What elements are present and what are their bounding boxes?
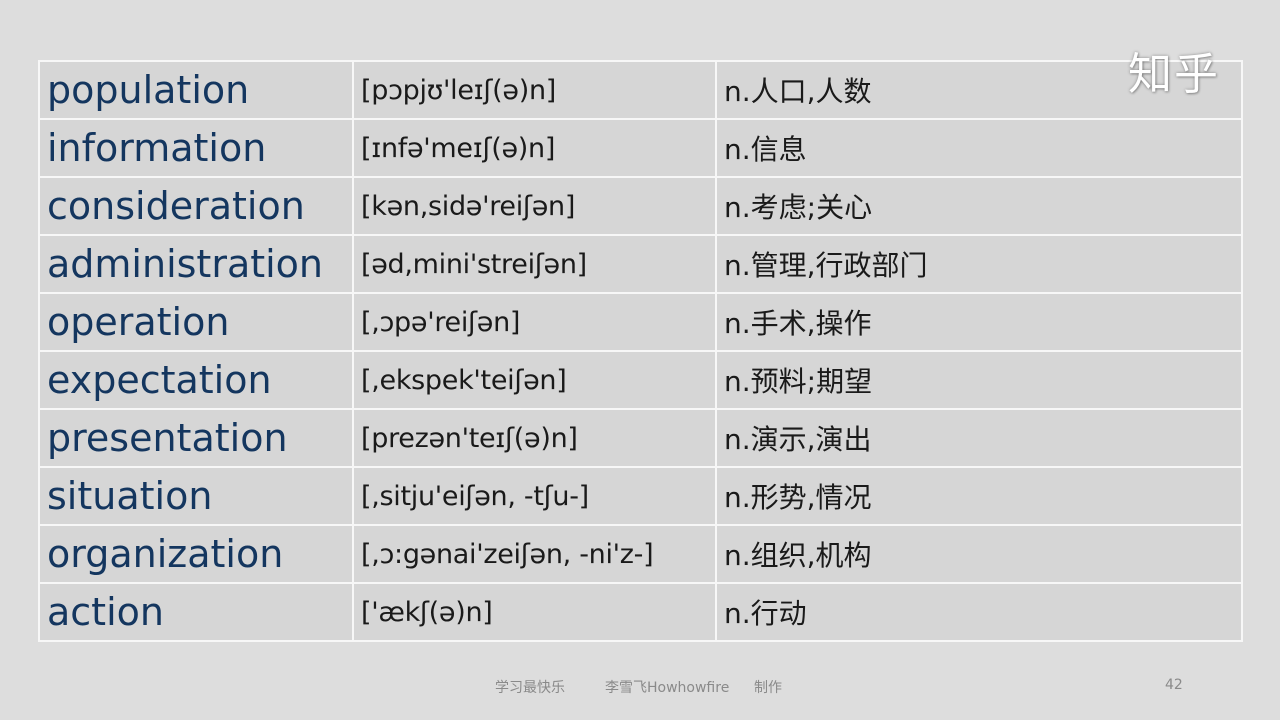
word-cell: consideration bbox=[38, 176, 354, 236]
phonetic-cell: [ɪnfə'meɪʃ(ə)n] bbox=[352, 118, 717, 178]
phonetic-cell: [,ekspek'teiʃən] bbox=[352, 350, 717, 410]
table-row: presentation [prezən'teɪʃ(ə)n] n.演示,演出 bbox=[38, 408, 1243, 468]
page-number: 42 bbox=[1165, 677, 1183, 693]
definition-cell: n.行动 bbox=[715, 582, 1243, 642]
vocabulary-table: population [pɔpjʊ'leɪʃ(ə)n] n.人口,人数 info… bbox=[38, 60, 1243, 642]
slide: population [pɔpjʊ'leɪʃ(ə)n] n.人口,人数 info… bbox=[0, 0, 1280, 720]
table-row: population [pɔpjʊ'leɪʃ(ə)n] n.人口,人数 bbox=[38, 60, 1243, 120]
definition-cell: n.手术,操作 bbox=[715, 292, 1243, 352]
phonetic-cell: [əd,mini'streiʃən] bbox=[352, 234, 717, 294]
phonetic-cell: [pɔpjʊ'leɪʃ(ə)n] bbox=[352, 60, 717, 120]
zhihu-watermark: 知乎 bbox=[1128, 49, 1220, 100]
footer-credit: 李雪飞Howhowfire bbox=[605, 680, 730, 696]
phonetic-cell: ['ækʃ(ə)n] bbox=[352, 582, 717, 642]
phonetic-cell: [kən,sidə'reiʃən] bbox=[352, 176, 717, 236]
table-row: operation [,ɔpə'reiʃən] n.手术,操作 bbox=[38, 292, 1243, 352]
phonetic-cell: [,sitju'eiʃən, -tʃu-] bbox=[352, 466, 717, 526]
word-cell: expectation bbox=[38, 350, 354, 410]
footer: 学习最快乐 李雪飞Howhowfire 制作 42 bbox=[0, 677, 1280, 697]
table-row: organization [,ɔ:gənai'zeiʃən, -ni'z-] n… bbox=[38, 524, 1243, 584]
word-cell: administration bbox=[38, 234, 354, 294]
phonetic-cell: [,ɔ:gənai'zeiʃən, -ni'z-] bbox=[352, 524, 717, 584]
footer-slogan: 学习最快乐 bbox=[495, 680, 565, 696]
definition-cell: n.信息 bbox=[715, 118, 1243, 178]
word-cell: organization bbox=[38, 524, 354, 584]
word-cell: population bbox=[38, 60, 354, 120]
table-row: action ['ækʃ(ə)n] n.行动 bbox=[38, 582, 1243, 642]
footer-made-by: 制作 bbox=[754, 680, 782, 696]
table-row: administration [əd,mini'streiʃən] n.管理,行… bbox=[38, 234, 1243, 294]
definition-cell: n.演示,演出 bbox=[715, 408, 1243, 468]
phonetic-cell: [prezən'teɪʃ(ə)n] bbox=[352, 408, 717, 468]
definition-cell: n.考虑;关心 bbox=[715, 176, 1243, 236]
table-row: information [ɪnfə'meɪʃ(ə)n] n.信息 bbox=[38, 118, 1243, 178]
table-row: expectation [,ekspek'teiʃən] n.预料;期望 bbox=[38, 350, 1243, 410]
word-cell: presentation bbox=[38, 408, 354, 468]
definition-cell: n.形势,情况 bbox=[715, 466, 1243, 526]
word-cell: information bbox=[38, 118, 354, 178]
word-cell: situation bbox=[38, 466, 354, 526]
definition-cell: n.预料;期望 bbox=[715, 350, 1243, 410]
table-row: consideration [kən,sidə'reiʃən] n.考虑;关心 bbox=[38, 176, 1243, 236]
word-cell: operation bbox=[38, 292, 354, 352]
definition-cell: n.组织,机构 bbox=[715, 524, 1243, 584]
word-cell: action bbox=[38, 582, 354, 642]
phonetic-cell: [,ɔpə'reiʃən] bbox=[352, 292, 717, 352]
table-row: situation [,sitju'eiʃən, -tʃu-] n.形势,情况 bbox=[38, 466, 1243, 526]
definition-cell: n.管理,行政部门 bbox=[715, 234, 1243, 294]
